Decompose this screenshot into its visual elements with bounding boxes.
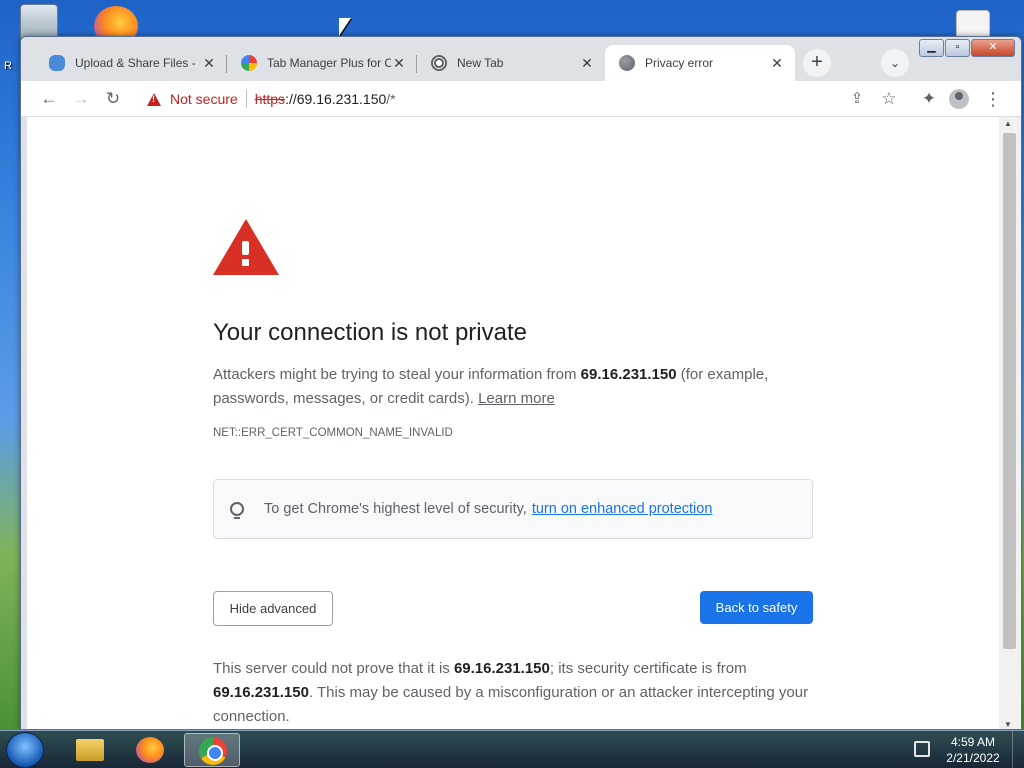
warning-icon[interactable]	[147, 92, 161, 106]
chrome-icon	[199, 737, 227, 765]
enhanced-protection-link[interactable]: turn on enhanced protection	[532, 501, 713, 517]
chrome-icon	[431, 55, 447, 71]
hide-advanced-button[interactable]: Hide advanced	[213, 591, 333, 626]
show-desktop-button[interactable]	[1012, 731, 1024, 768]
url-host: ://69.16.231.150	[285, 91, 387, 107]
back-button[interactable]: ←	[35, 85, 63, 113]
tab-title: New Tab	[457, 56, 504, 70]
detail-host-bold: 69.16.231.150	[453, 660, 550, 677]
chrome-window: Upload & Share Files - ✕ Tab Manager Plu…	[20, 36, 1022, 730]
tab-tab-manager[interactable]: Tab Manager Plus for C ✕	[227, 45, 417, 81]
vertical-scrollbar[interactable]: ▲ ▼	[999, 117, 1021, 729]
host-bold: 69.16.231.150	[580, 366, 677, 383]
scroll-down-arrow-icon[interactable]: ▼	[1004, 720, 1012, 729]
folder-icon	[76, 739, 104, 761]
reload-button[interactable]: ↻	[99, 85, 127, 113]
close-window-button[interactable]: ✕	[971, 39, 1015, 57]
enhanced-text: To get Chrome's highest level of securit…	[264, 501, 527, 517]
tab-upload-share[interactable]: Upload & Share Files - ✕	[35, 45, 227, 81]
url-scheme: https	[254, 91, 286, 107]
intro-paragraph: Attackers might be trying to steal your …	[213, 363, 813, 411]
scroll-up-arrow-icon[interactable]: ▲	[1004, 119, 1012, 128]
tab-close-icon[interactable]: ✕	[201, 55, 217, 72]
detail-text: This server could not prove that it is	[213, 660, 454, 677]
enhanced-protection-box: To get Chrome's highest level of securit…	[213, 479, 813, 539]
share-icon[interactable]: ⇪	[843, 85, 871, 113]
detail-text-mid: ; its security certificate is from	[549, 660, 747, 677]
tab-strip: Upload & Share Files - ✕ Tab Manager Plu…	[21, 37, 1021, 81]
tab-manager-icon	[241, 55, 257, 71]
tab-new-tab[interactable]: New Tab ✕	[417, 45, 605, 81]
network-icon[interactable]	[914, 741, 930, 757]
start-button[interactable]	[6, 732, 44, 768]
tab-close-icon[interactable]: ✕	[769, 55, 785, 72]
lightbulb-icon	[230, 502, 244, 519]
mouse-cursor-icon	[339, 18, 351, 36]
menu-icon[interactable]: ⋮	[979, 85, 1007, 113]
url-path: /*	[386, 91, 396, 107]
extensions-icon[interactable]: ✦	[915, 85, 943, 113]
error-code[interactable]: NET::ERR_CERT_COMMON_NAME_INVALID	[213, 427, 453, 439]
omnibox-divider	[245, 90, 247, 108]
details-paragraph: This server could not prove that it is 6…	[213, 657, 813, 729]
page-title: Your connection is not private	[213, 319, 527, 346]
page-content: Your connection is not private Attackers…	[27, 117, 999, 729]
clock-date: 2/21/2022	[946, 751, 1000, 765]
clock-time: 4:59 AM	[950, 735, 996, 749]
intro-text: Attackers might be trying to steal your …	[213, 366, 581, 383]
minimize-button[interactable]: ▁	[919, 39, 944, 57]
taskbar-explorer[interactable]	[60, 733, 116, 767]
bookmark-star-icon[interactable]: ☆	[875, 85, 903, 113]
firefox-icon	[136, 737, 164, 763]
tab-close-icon[interactable]: ✕	[391, 55, 407, 72]
tab-search-button[interactable]: ⌄	[881, 49, 909, 77]
new-tab-button[interactable]: +	[803, 49, 831, 77]
forward-button[interactable]: →	[67, 85, 95, 113]
danger-warning-icon	[213, 219, 279, 275]
browser-toolbar: ← → ↻ Not secure https://69.16.231.150/*…	[21, 81, 1021, 117]
desktop-label: R	[4, 60, 12, 72]
tab-title: Privacy error	[645, 56, 714, 70]
tab-close-icon[interactable]: ✕	[579, 55, 595, 72]
tab-title: Upload & Share Files -	[75, 56, 196, 70]
scroll-thumb[interactable]	[1003, 133, 1016, 649]
tab-privacy-error[interactable]: Privacy error ✕	[605, 45, 795, 81]
detail-host-bold: 69.16.231.150	[213, 684, 309, 701]
not-secure-label[interactable]: Not secure	[170, 91, 238, 107]
maximize-button[interactable]: ▫	[945, 39, 970, 57]
taskbar-chrome[interactable]	[184, 733, 240, 767]
system-clock[interactable]: 4:59 AM 2/21/2022	[938, 734, 1008, 766]
cloud-upload-icon	[49, 55, 65, 71]
learn-more-link[interactable]: Learn more	[478, 390, 555, 407]
back-to-safety-button[interactable]: Back to safety	[700, 591, 813, 624]
profile-avatar[interactable]	[949, 89, 969, 109]
tab-title: Tab Manager Plus for C	[267, 56, 391, 70]
taskbar-firefox[interactable]	[124, 733, 180, 767]
globe-icon	[619, 55, 635, 71]
address-bar[interactable]: Not secure https://69.16.231.150/*	[137, 85, 841, 113]
taskbar: 4:59 AM 2/21/2022	[0, 730, 1024, 768]
